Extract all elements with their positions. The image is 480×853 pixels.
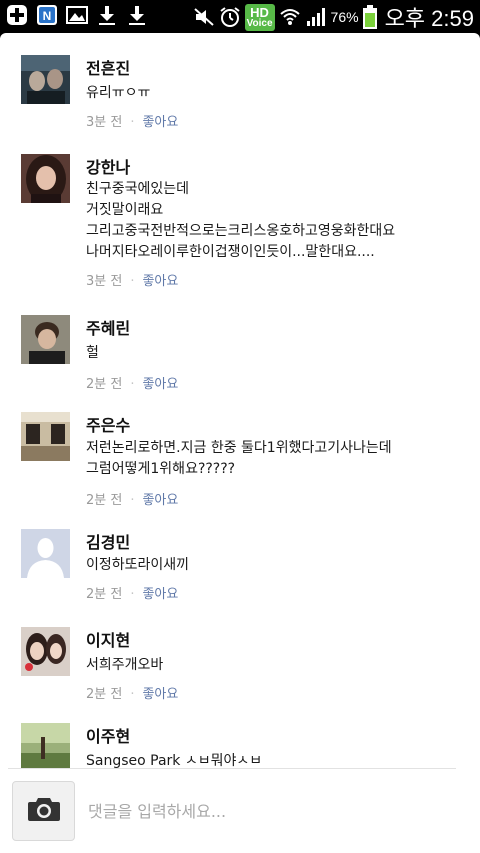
comment-meta: 3분 전 · 좋아요	[86, 111, 178, 130]
status-bar: N HD Voice 76% 오후 2:59	[0, 0, 480, 33]
avatar[interactable]	[21, 723, 70, 768]
comment-input[interactable]	[86, 793, 460, 829]
like-button[interactable]: 좋아요	[142, 493, 178, 508]
comment-text: 유리ㅠㅇㅠ	[86, 85, 151, 101]
comment-meta: 2분 전 · 좋아요	[86, 583, 178, 602]
comment-text: 헐	[86, 345, 99, 361]
comment-time: 3분 전	[86, 115, 123, 130]
battery-icon	[362, 5, 377, 29]
hd-label: HD	[250, 4, 269, 20]
download-icon	[126, 4, 148, 26]
comment-author[interactable]: 주은수	[86, 412, 130, 436]
add-icon	[6, 4, 28, 26]
comment-author[interactable]: 강한나	[86, 154, 130, 178]
comment-author[interactable]: 김경민	[86, 529, 130, 553]
comment-time: 2분 전	[86, 687, 123, 702]
avatar[interactable]	[21, 315, 70, 364]
comment-author[interactable]: 주혜린	[86, 315, 130, 339]
naver-app-icon: N	[36, 4, 58, 26]
comment-text: 이정하또라이새끼	[86, 557, 190, 573]
alarm-icon	[219, 6, 241, 28]
avatar[interactable]	[21, 412, 70, 461]
comment-time: 2분 전	[86, 377, 123, 392]
comment-list[interactable]: 전흔진 유리ㅠㅇㅠ 3분 전 · 좋아요 강한나 친구중국에있는데 거짓말이래요 그…	[0, 33, 480, 768]
comment-author[interactable]: 이주현	[86, 723, 130, 747]
comment-time: 3분 전	[86, 274, 123, 289]
comment-author[interactable]: 전흔진	[86, 55, 130, 79]
camera-icon	[27, 796, 61, 826]
comment-meta: 2분 전 · 좋아요	[86, 683, 178, 702]
clock-time: 2:59	[431, 6, 474, 31]
comment-text: 저런논리로하면.지금 한중 둘다1위했다고기사나는데 그럼어떻게1위해요????…	[86, 440, 392, 477]
signal-icon	[305, 6, 327, 28]
comment-time: 2분 전	[86, 493, 123, 508]
avatar[interactable]	[21, 154, 70, 203]
separator-dot: ·	[130, 274, 135, 289]
comment-time: 2분 전	[86, 587, 123, 602]
separator-dot: ·	[130, 587, 135, 602]
avatar[interactable]	[21, 55, 70, 104]
default-avatar-icon[interactable]	[21, 529, 70, 578]
clock-ampm: 오후	[384, 6, 426, 31]
comment-text: Sangseo Park ㅅㅂ뭐야ㅅㅂ	[86, 753, 263, 768]
separator-dot: ·	[130, 377, 135, 392]
avatar[interactable]	[21, 627, 70, 676]
comment-meta: 3분 전 · 좋아요	[86, 270, 178, 289]
separator-dot: ·	[130, 115, 135, 130]
like-button[interactable]: 좋아요	[142, 274, 178, 289]
comment-meta: 2분 전 · 좋아요	[86, 373, 178, 392]
like-button[interactable]: 좋아요	[142, 587, 178, 602]
comment-input-bar	[0, 769, 480, 853]
mute-icon	[193, 6, 215, 28]
hd-voice-icon: HD Voice	[244, 3, 275, 31]
clock: 오후 2:59	[385, 1, 474, 33]
download-icon	[96, 4, 118, 26]
comment-author[interactable]: 이지현	[86, 627, 130, 651]
gallery-icon	[66, 4, 88, 26]
like-button[interactable]: 좋아요	[142, 377, 178, 392]
voice-label: Voice	[246, 17, 273, 29]
svg-text:N: N	[43, 9, 52, 23]
comment-meta: 2분 전 · 좋아요	[86, 489, 178, 508]
wifi-icon	[279, 6, 301, 28]
comment-text: 친구중국에있는데 거짓말이래요 그리고중국전반적으로는크리스옹호하고영웅화한대요…	[86, 181, 396, 260]
like-button[interactable]: 좋아요	[142, 115, 178, 130]
battery-percent: 76%	[330, 9, 359, 25]
camera-button[interactable]	[12, 781, 75, 841]
separator-dot: ·	[130, 687, 135, 702]
comment-text: 서희주개오바	[86, 657, 164, 673]
comments-panel: 전흔진 유리ㅠㅇㅠ 3분 전 · 좋아요 강한나 친구중국에있는데 거짓말이래요 그…	[0, 33, 480, 853]
separator-dot: ·	[130, 493, 135, 508]
like-button[interactable]: 좋아요	[142, 687, 178, 702]
